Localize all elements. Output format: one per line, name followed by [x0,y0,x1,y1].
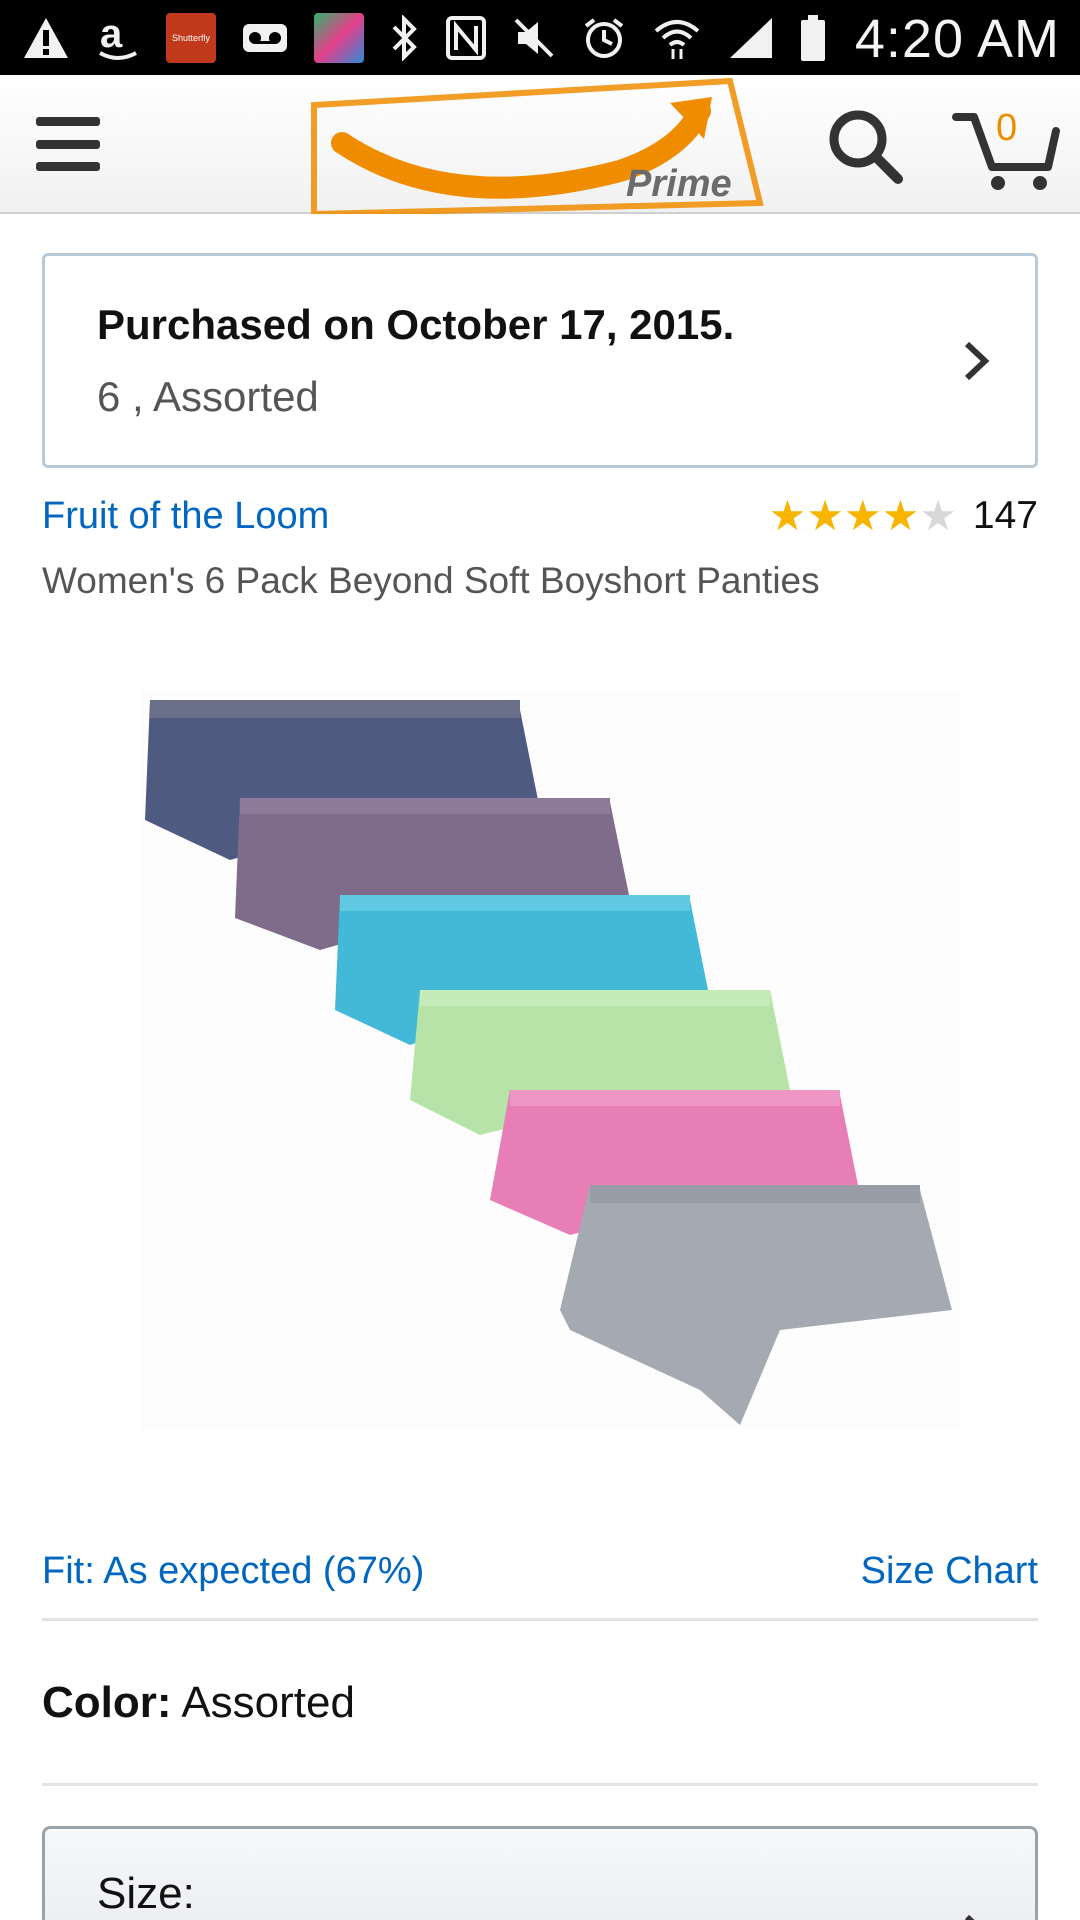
shutterfly-label: Shutterfly [171,32,211,43]
purchase-history-card[interactable]: Purchased on October 17, 2015. 6 , Assor… [42,253,1038,468]
chevron-right-icon [964,341,990,381]
product-image[interactable] [140,690,960,1430]
color-label: Color: [42,1678,172,1727]
divider [42,1618,1038,1621]
purchase-variant: 6 , Assorted [97,373,319,420]
shutterfly-icon: Shutterfly [166,12,216,63]
star-rating: ★ ★ ★ ★ ★ [769,495,957,537]
star-icon: ★ [806,492,844,539]
product-title: Women's 6 Pack Beyond Soft Boyshort Pant… [42,560,820,601]
star-icon: ★ [843,492,882,539]
signal-icon [728,13,774,63]
mute-icon [512,13,556,63]
menu-icon-bar [36,117,100,126]
search-button[interactable] [826,107,906,187]
amazon-icon: a [96,13,140,63]
fit-link[interactable]: Fit: As expected (67%) [42,1550,424,1593]
menu-icon-bar [36,162,100,171]
alarm-icon [582,13,626,63]
size-selector[interactable]: Size: [42,1826,1038,1920]
app-bar: Prime 0 [0,75,1080,218]
search-icon [829,110,903,184]
nfc-icon [446,13,486,63]
rating-widget[interactable]: ★ ★ ★ ★ ★ 147 [769,494,1038,538]
menu-icon-bar [36,139,100,149]
divider [42,1783,1038,1786]
battery-icon [800,13,826,63]
status-bar: a Shutterfly 4:20 AM [0,0,1080,75]
status-icons: a Shutterfly [0,12,826,63]
voicemail-icon [242,13,288,63]
svg-text:a: a [100,13,123,56]
star-icon: ★ [768,492,807,539]
star-empty-icon: ★ [919,492,957,539]
status-time: 4:20 AM [854,9,1060,69]
menu-button[interactable] [36,117,100,171]
candy-app-icon [314,12,364,63]
color-value: Assorted [181,1678,355,1727]
purchase-date: Purchased on October 17, 2015. [97,301,735,348]
prime-label: Prime [626,163,732,205]
size-chart-link[interactable]: Size Chart [861,1550,1038,1593]
color-row: Color: Assorted [42,1678,355,1728]
size-label: Size: [97,1869,195,1918]
cart-count: 0 [996,107,1018,149]
brand-link[interactable]: Fruit of the Loom [42,495,329,538]
star-icon: ★ [881,492,920,539]
cart-button[interactable]: 0 [952,103,1060,193]
bluetooth-icon [390,13,420,63]
review-count: 147 [972,494,1038,537]
chevron-right-icon [964,1914,975,1920]
warning-icon [22,13,70,63]
wifi-icon [652,13,702,63]
